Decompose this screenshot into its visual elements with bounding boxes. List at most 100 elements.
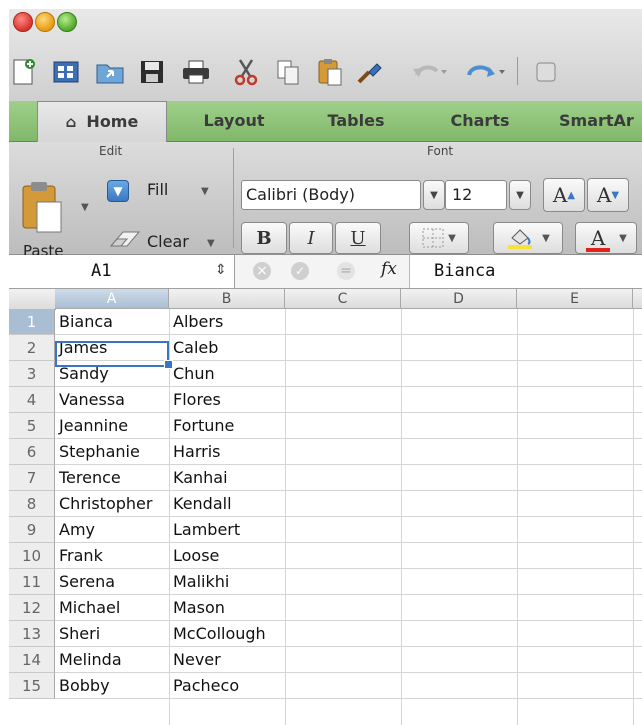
borders-button[interactable]: ▼	[409, 222, 469, 254]
cell-b8[interactable]: Kendall	[173, 491, 232, 517]
paste-dropdown-icon[interactable]: ▼	[81, 202, 89, 213]
row-header[interactable]: 11	[9, 569, 55, 595]
copy-icon[interactable]	[273, 57, 303, 87]
column-header-a[interactable]: A	[55, 289, 169, 309]
row-header[interactable]: 8	[9, 491, 55, 517]
cell-b7[interactable]: Kanhai	[173, 465, 228, 491]
font-size-select[interactable]: 12	[445, 180, 507, 210]
confirm-entry-icon[interactable]: ✓	[291, 262, 309, 280]
fill-button[interactable]: Fill	[147, 180, 168, 199]
bold-button[interactable]: B	[241, 222, 287, 254]
cell-a4[interactable]: Vanessa	[59, 387, 125, 413]
templates-icon[interactable]	[51, 57, 81, 87]
fill-color-button[interactable]: ▼	[493, 222, 563, 254]
format-painter-icon[interactable]	[355, 57, 385, 87]
equals-icon[interactable]: =	[337, 262, 355, 280]
cell-a8[interactable]: Christopher	[59, 491, 152, 517]
tab-tables[interactable]: Tables	[301, 101, 411, 141]
grow-font-button[interactable]: A ▲	[543, 178, 585, 212]
open-icon[interactable]	[95, 57, 125, 87]
column-header-f[interactable]	[633, 289, 642, 309]
cancel-entry-icon[interactable]: ×	[253, 262, 271, 280]
font-color-button[interactable]: A ▼	[575, 222, 637, 254]
row-header[interactable]: 1	[9, 309, 55, 335]
column-header-c[interactable]: C	[285, 289, 401, 309]
font-name-dropdown-icon[interactable]: ▼	[423, 180, 445, 210]
column-header-d[interactable]: D	[401, 289, 517, 309]
cell-a5[interactable]: Jeannine	[59, 413, 128, 439]
cell-b13[interactable]: McCollough	[173, 621, 266, 647]
cell-b6[interactable]: Harris	[173, 439, 221, 465]
insert-function-button[interactable]: fx	[381, 259, 397, 279]
row-header[interactable]: 14	[9, 647, 55, 673]
cell-a7[interactable]: Terence	[59, 465, 121, 491]
tab-home[interactable]: ⌂ Home	[37, 101, 167, 142]
name-box-stepper-icon[interactable]: ⇕	[215, 262, 227, 278]
new-workbook-icon[interactable]	[9, 57, 39, 87]
redo-icon[interactable]	[463, 57, 507, 87]
cell-b5[interactable]: Fortune	[173, 413, 234, 439]
row-header[interactable]: 9	[9, 517, 55, 543]
more-tools-icon[interactable]	[531, 57, 561, 87]
font-size-dropdown-icon[interactable]: ▼	[509, 180, 531, 210]
row-header[interactable]: 10	[9, 543, 55, 569]
cell-b14[interactable]: Never	[173, 647, 221, 673]
row-header[interactable]: 15	[9, 673, 55, 699]
print-icon[interactable]	[181, 57, 211, 87]
row-header[interactable]: 4	[9, 387, 55, 413]
formula-input[interactable]: Bianca	[409, 255, 642, 288]
cell-a14[interactable]: Melinda	[59, 647, 122, 673]
cell-b11[interactable]: Malikhi	[173, 569, 229, 595]
cell-b15[interactable]: Pacheco	[173, 673, 239, 699]
fill-dropdown-icon[interactable]: ▼	[201, 186, 209, 197]
tab-layout[interactable]: Layout	[179, 101, 289, 141]
cell-a9[interactable]: Amy	[59, 517, 95, 543]
tab-smartart[interactable]: SmartAr	[549, 101, 642, 141]
cell-a15[interactable]: Bobby	[59, 673, 110, 699]
italic-button[interactable]: I	[289, 222, 333, 254]
row-header[interactable]: 7	[9, 465, 55, 491]
undo-icon[interactable]	[409, 57, 449, 87]
cell-b3[interactable]: Chun	[173, 361, 215, 387]
cell-b12[interactable]: Mason	[173, 595, 225, 621]
selected-cell-a1[interactable]	[55, 341, 169, 367]
paste-button[interactable]	[21, 180, 63, 233]
cell-a10[interactable]: Frank	[59, 543, 103, 569]
column-header-b[interactable]: B	[169, 289, 285, 309]
select-all-corner[interactable]	[9, 289, 56, 310]
underline-button[interactable]: U	[335, 222, 381, 254]
minimize-window-button[interactable]	[35, 12, 55, 32]
clear-dropdown-icon[interactable]: ▼	[207, 238, 215, 249]
group-separator	[233, 148, 234, 248]
cut-icon[interactable]	[231, 57, 261, 87]
fill-icon[interactable]: ▼	[107, 180, 129, 202]
cell-a12[interactable]: Michael	[59, 595, 120, 621]
cell-a1[interactable]: Bianca	[59, 309, 113, 335]
row-header[interactable]: 2	[9, 335, 55, 361]
cell-b4[interactable]: Flores	[173, 387, 221, 413]
zoom-window-button[interactable]	[57, 12, 77, 32]
row-header[interactable]: 5	[9, 413, 55, 439]
name-box[interactable]: A1	[9, 255, 235, 288]
row-header[interactable]: 12	[9, 595, 55, 621]
cell-a11[interactable]: Serena	[59, 569, 115, 595]
paste-icon[interactable]	[315, 57, 345, 87]
cell-b10[interactable]: Loose	[173, 543, 219, 569]
tab-home-label: Home	[86, 112, 139, 131]
fill-handle[interactable]	[164, 360, 173, 369]
shrink-font-button[interactable]: A ▼	[587, 178, 629, 212]
row-header[interactable]: 3	[9, 361, 55, 387]
save-icon[interactable]	[137, 57, 167, 87]
cell-b1[interactable]: Albers	[173, 309, 223, 335]
font-name-select[interactable]: Calibri (Body)	[241, 180, 421, 210]
cell-b2[interactable]: Caleb	[173, 335, 218, 361]
close-window-button[interactable]	[13, 12, 33, 32]
row-header[interactable]: 6	[9, 439, 55, 465]
cell-a13[interactable]: Sheri	[59, 621, 100, 647]
clear-button[interactable]: Clear	[147, 232, 189, 251]
column-header-e[interactable]: E	[517, 289, 633, 309]
cell-b9[interactable]: Lambert	[173, 517, 240, 543]
tab-charts[interactable]: Charts	[425, 101, 535, 141]
cell-a6[interactable]: Stephanie	[59, 439, 140, 465]
row-header[interactable]: 13	[9, 621, 55, 647]
